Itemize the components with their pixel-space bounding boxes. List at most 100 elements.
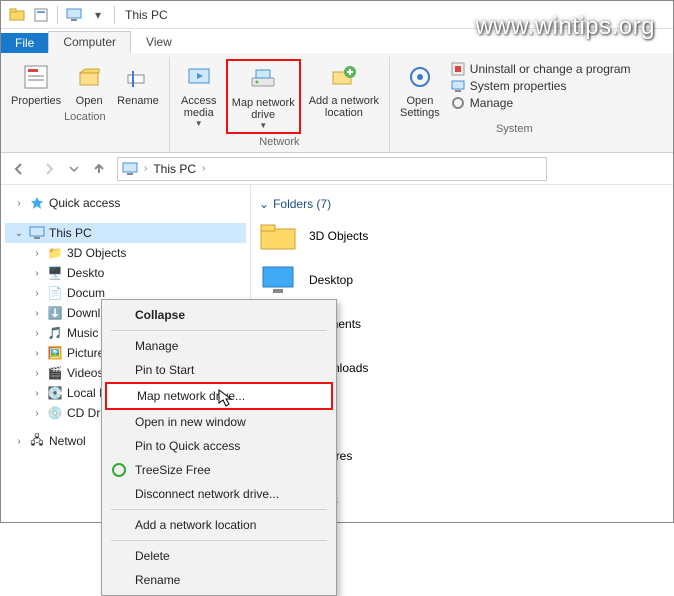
ctx-add-network-location[interactable]: Add a network location [105, 513, 333, 537]
collapse-icon[interactable]: ⌄ [13, 228, 25, 239]
tree-label: Deskto [67, 266, 104, 280]
tree-label: CD Dri [67, 406, 103, 420]
dropdown-icon: ▼ [195, 119, 203, 128]
qat-dropdown-icon[interactable]: ▾ [90, 7, 106, 23]
address-bar[interactable]: › This PC › [117, 157, 547, 181]
tab-computer[interactable]: Computer [48, 31, 131, 53]
group-location-label: Location [64, 109, 106, 127]
open-settings-label: Open Settings [400, 95, 440, 119]
folder-icon [259, 219, 299, 253]
desktop-icon [259, 263, 299, 297]
tree-this-pc-label: This PC [49, 226, 92, 240]
separator [111, 330, 327, 331]
star-icon [29, 195, 45, 211]
ribbon: Properties Open Rename Location Access m… [1, 53, 673, 153]
open-settings-button[interactable]: Open Settings [396, 59, 444, 121]
tree-desktop[interactable]: ›🖥️Deskto [5, 263, 246, 283]
context-menu: Collapse Manage Pin to Start Map network… [101, 299, 337, 596]
folders-header-text: Folders (7) [273, 197, 331, 211]
add-network-location-button[interactable]: Add a network location [305, 59, 383, 121]
tree-label: 3D Objects [67, 246, 126, 260]
group-system: Open Settings Uninstall or change a prog… [390, 57, 639, 152]
ctx-pin-quick-access[interactable]: Pin to Quick access [105, 434, 333, 458]
properties-button[interactable]: Properties [7, 59, 65, 109]
ctx-delete[interactable]: Delete [105, 544, 333, 568]
dropdown-icon: ▼ [259, 121, 267, 130]
cd-icon: 💿 [47, 405, 63, 421]
map-drive-icon [247, 63, 279, 95]
ctx-disconnect-drive[interactable]: Disconnect network drive... [105, 482, 333, 506]
nav-up-button[interactable] [87, 157, 111, 181]
ctx-treesize-label: TreeSize Free [135, 463, 211, 477]
rename-icon [122, 61, 154, 93]
qat-properties-icon[interactable] [33, 7, 49, 23]
tab-file[interactable]: File [1, 33, 48, 53]
ctx-rename[interactable]: Rename [105, 568, 333, 592]
qat-pc-icon[interactable] [66, 7, 82, 23]
manage-icon [450, 95, 466, 111]
settings-icon [404, 61, 436, 93]
tree-quick-access-label: Quick access [49, 196, 120, 210]
tree-label: Music [67, 326, 98, 340]
open-button[interactable]: Open [69, 59, 109, 109]
separator [57, 6, 58, 24]
chevron-right-icon: › [144, 163, 147, 174]
tree-label: Videos [67, 366, 103, 380]
folder-label: Desktop [309, 273, 353, 287]
nav-forward-button[interactable] [37, 157, 61, 181]
folder-icon [9, 7, 25, 23]
folder-icon: 📁 [47, 245, 63, 261]
open-label: Open [76, 95, 103, 107]
add-location-label: Add a network location [309, 95, 379, 119]
folders-header[interactable]: ⌄ Folders (7) [259, 197, 665, 211]
watermark-text: www.wintips.org [475, 13, 655, 41]
rename-button[interactable]: Rename [113, 59, 163, 109]
drive-icon: 💽 [47, 385, 63, 401]
treesize-icon [111, 462, 127, 478]
tree-3d-objects[interactable]: ›📁3D Objects [5, 243, 246, 263]
access-media-icon [183, 61, 215, 93]
access-media-label: Access media [181, 95, 216, 119]
group-network: Access media ▼ Map network drive ▼ Add a… [170, 57, 390, 152]
system-properties-button[interactable]: System properties [450, 78, 631, 94]
address-bar-row: › This PC › [1, 153, 673, 185]
group-system-label: System [496, 121, 533, 139]
tab-view[interactable]: View [131, 31, 187, 53]
folder-desktop[interactable]: Desktop [259, 263, 519, 297]
manage-button[interactable]: Manage [450, 95, 631, 111]
nav-back-button[interactable] [7, 157, 31, 181]
pictures-icon: 🖼️ [47, 345, 63, 361]
ctx-pin-start[interactable]: Pin to Start [105, 358, 333, 382]
properties-label: Properties [11, 95, 61, 107]
manage-label: Manage [470, 96, 513, 110]
tree-label: Docum [67, 286, 105, 300]
breadcrumb-this-pc[interactable]: This PC [153, 162, 196, 176]
tree-label: Netwol [49, 434, 86, 448]
group-network-label: Network [259, 134, 299, 152]
desktop-icon: 🖥️ [47, 265, 63, 281]
tree-label: Downl [67, 306, 100, 320]
uninstall-program-button[interactable]: Uninstall or change a program [450, 61, 631, 77]
folder-label: 3D Objects [309, 229, 368, 243]
nav-recent-button[interactable] [67, 157, 81, 181]
tree-label: Local I [67, 386, 102, 400]
ctx-collapse[interactable]: Collapse [105, 303, 333, 327]
access-media-button[interactable]: Access media ▼ [176, 59, 222, 130]
ctx-map-network-drive[interactable]: Map network drive... [105, 382, 333, 410]
window-title: This PC [125, 8, 168, 22]
map-network-drive-button[interactable]: Map network drive ▼ [226, 59, 301, 134]
separator [114, 6, 115, 24]
properties-icon [20, 61, 52, 93]
folder-3d-objects[interactable]: 3D Objects [259, 219, 519, 253]
uninstall-label: Uninstall or change a program [470, 62, 631, 76]
tree-label: Picture [67, 346, 104, 360]
videos-icon: 🎬 [47, 365, 63, 381]
rename-label: Rename [117, 95, 159, 107]
tree-quick-access[interactable]: › Quick access [5, 193, 246, 213]
downloads-icon: ⬇️ [47, 305, 63, 321]
ctx-treesize[interactable]: TreeSize Free [105, 458, 333, 482]
ctx-manage[interactable]: Manage [105, 334, 333, 358]
tree-this-pc[interactable]: ⌄ This PC [5, 223, 246, 243]
ctx-open-new-window[interactable]: Open in new window [105, 410, 333, 434]
expand-icon[interactable]: › [13, 198, 25, 209]
